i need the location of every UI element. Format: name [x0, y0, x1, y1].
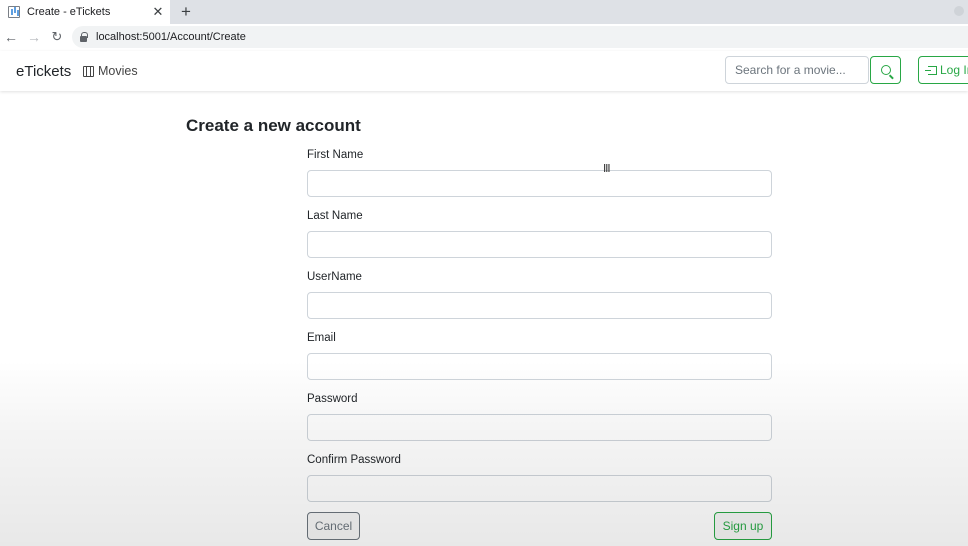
- brand-link[interactable]: eTickets: [16, 63, 71, 80]
- first-name-label: First Name: [307, 149, 364, 161]
- confirm-password-label: Confirm Password: [307, 454, 401, 466]
- first-name-group: First Name: [307, 149, 772, 197]
- login-label: Log In: [940, 63, 968, 77]
- last-name-field[interactable]: [307, 231, 772, 258]
- new-tab-button[interactable]: +: [176, 2, 196, 22]
- browser-tabstrip: Create - eTickets ✕ +: [0, 0, 968, 24]
- login-button[interactable]: Log In: [918, 56, 968, 84]
- password-label: Password: [307, 393, 358, 405]
- cancel-button[interactable]: Cancel: [307, 512, 360, 540]
- address-url: localhost:5001/Account/Create: [96, 31, 246, 43]
- address-bar[interactable]: localhost:5001/Account/Create: [72, 26, 968, 48]
- search-input[interactable]: Search for a movie...: [725, 56, 869, 84]
- search-icon: [880, 65, 891, 75]
- email-field[interactable]: [307, 353, 772, 380]
- first-name-field[interactable]: [307, 170, 772, 197]
- text-cursor-icon: Ⅲ: [603, 162, 611, 175]
- browser-tab[interactable]: Create - eTickets ✕: [0, 0, 170, 24]
- username-field[interactable]: [307, 292, 772, 319]
- site-favicon-icon: [8, 6, 20, 18]
- page-content: Create a new account First Name Last Nam…: [0, 91, 968, 546]
- confirm-password-field[interactable]: [307, 475, 772, 502]
- confirm-password-group: Confirm Password: [307, 454, 772, 502]
- browser-toolbar: ← → ↻ localhost:5001/Account/Create: [0, 24, 968, 50]
- site-navbar: eTickets Movies Search for a movie... Lo…: [0, 51, 968, 91]
- page-title: Create a new account: [186, 116, 361, 135]
- back-arrow-icon[interactable]: ←: [0, 26, 22, 48]
- nav-movies-label: Movies: [98, 64, 138, 78]
- email-label: Email: [307, 332, 336, 344]
- close-tab-icon[interactable]: ✕: [150, 4, 166, 20]
- nav-movies-link[interactable]: Movies: [83, 64, 138, 78]
- password-field[interactable]: [307, 414, 772, 441]
- password-group: Password: [307, 393, 772, 441]
- signup-button[interactable]: Sign up: [714, 512, 772, 540]
- search-placeholder: Search for a movie...: [735, 63, 846, 77]
- login-icon: [925, 65, 937, 75]
- tab-title: Create - eTickets: [27, 6, 111, 18]
- profile-icon[interactable]: [954, 6, 964, 16]
- film-icon: [83, 65, 94, 77]
- lock-icon: [80, 31, 88, 42]
- username-label: UserName: [307, 271, 362, 283]
- email-group: Email: [307, 332, 772, 380]
- last-name-label: Last Name: [307, 210, 363, 222]
- search-button[interactable]: [870, 56, 901, 84]
- forward-arrow-icon[interactable]: →: [23, 26, 45, 48]
- username-group: UserName: [307, 271, 772, 319]
- reload-icon[interactable]: ↻: [46, 26, 68, 48]
- last-name-group: Last Name: [307, 210, 772, 258]
